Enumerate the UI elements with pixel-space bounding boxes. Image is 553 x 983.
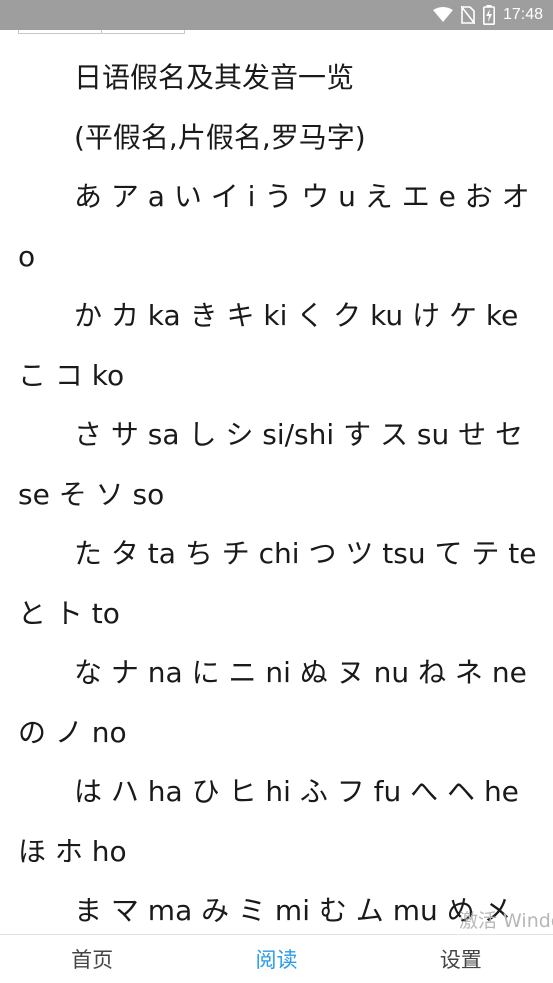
reader-paragraph: は ハ ha ひ ヒ hi ふ フ fu へ ヘ he ほ ホ ho: [18, 775, 519, 868]
battery-icon: [482, 5, 495, 25]
reader-paragraph: ま マ ma み ミ mi む ム mu め メ me も モ mo: [74, 894, 512, 927]
reader-paragraph: か カ ka き キ ki く ク ku け ケ ke こ コ ko: [18, 299, 519, 392]
tab-read[interactable]: 阅读: [184, 935, 368, 983]
reader-paragraph: た タ ta ち チ chi つ ツ tsu て テ te と ト to: [18, 537, 537, 630]
bottom-nav: 首页 阅读 设置: [0, 934, 553, 983]
wifi-icon: [432, 7, 453, 23]
tab-settings[interactable]: 设置: [369, 935, 553, 983]
reader-paragraph: さ サ sa し シ si/shi す ス su せ セ se そ ソ so: [18, 418, 523, 511]
reader-content[interactable]: 日语假名及其发音一览 (平假名,片假名,罗马字) あ ア a い イ i う ウ…: [18, 48, 538, 928]
reader-paragraph: (平假名,片假名,罗马字): [74, 120, 366, 154]
no-sim-icon: [460, 6, 475, 24]
top-tab-segment: [102, 30, 184, 33]
status-time: 17:48: [502, 6, 543, 23]
reader-paragraph: 日语假名及其发音一览: [74, 61, 355, 94]
tab-home[interactable]: 首页: [0, 935, 184, 983]
reader-paragraph: あ ア a い イ i う ウ u え エ e お オ o: [18, 180, 530, 273]
reader-paragraph: な ナ na に ニ ni ぬ ヌ nu ね ネ ne の ノ no: [18, 656, 527, 749]
top-tab-segment: [19, 30, 102, 33]
status-bar: 17:48: [0, 0, 553, 30]
top-tab-strip: [18, 30, 185, 34]
